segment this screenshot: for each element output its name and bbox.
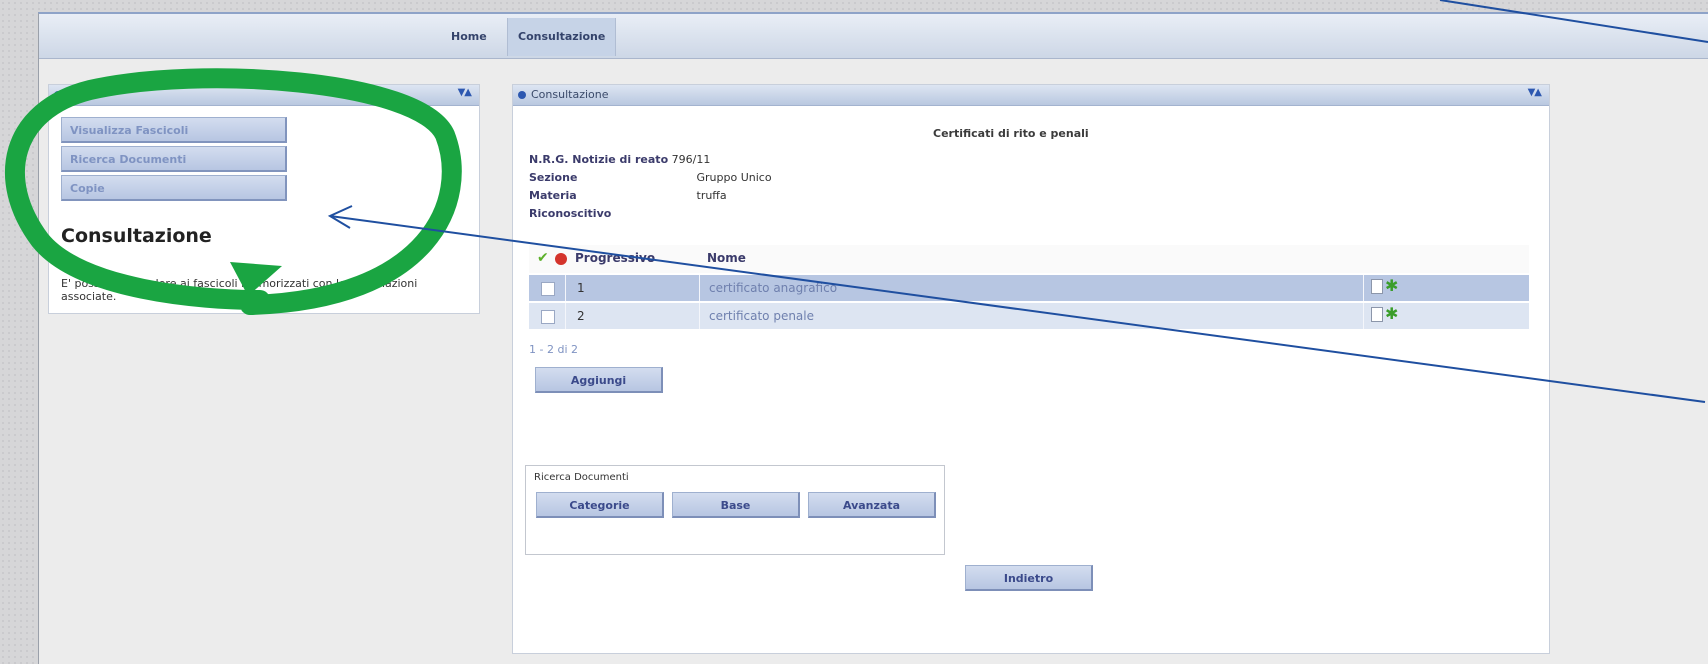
collapse-toggle-icon[interactable]: ▼▲ (458, 87, 472, 98)
add-icon[interactable]: ✱ (1385, 304, 1398, 323)
left-panel-header: ▼▲ (49, 85, 479, 106)
column-divider (1363, 303, 1364, 329)
main-panel-header: Consultazione ▼▲ (513, 85, 1549, 106)
field-materia: Materia truffa (529, 189, 727, 202)
field-sezione: Sezione Gruppo Unico (529, 171, 772, 184)
row-checkbox[interactable] (541, 310, 555, 324)
document-search-box: Ricerca Documenti Categorie Base Avanzat… (525, 465, 945, 555)
table-row[interactable]: 1 certificato anagrafico ✱ (529, 275, 1529, 301)
table-row[interactable]: 2 certificato penale ✱ (529, 303, 1529, 329)
bullet-icon (54, 91, 62, 99)
add-icon[interactable]: ✱ (1385, 276, 1398, 295)
menu-copie[interactable]: Copie (61, 175, 287, 201)
column-divider (565, 275, 566, 301)
column-divider (565, 303, 566, 329)
cell-progressivo: 1 (577, 281, 585, 295)
main-panel-title: Consultazione (531, 88, 609, 101)
add-button[interactable]: Aggiungi (535, 367, 663, 393)
search-categorie-button[interactable]: Categorie (536, 492, 664, 518)
field-label: N.R.G. Notizie di reato (529, 153, 669, 166)
field-label: Riconoscitivo (529, 207, 612, 220)
section-heading: Consultazione (61, 225, 212, 247)
select-all-check-icon[interactable]: ✔ (537, 250, 549, 266)
left-panel: ▼▲ Visualizza Fascicoli Ricerca Document… (48, 84, 480, 314)
search-base-button[interactable]: Base (672, 492, 800, 518)
nav-tab-home[interactable]: Home (441, 18, 497, 56)
field-value: Gruppo Unico (696, 171, 772, 184)
cell-nome[interactable]: certificato anagrafico (709, 281, 837, 295)
top-navigation: Home Consultazione (39, 14, 1708, 59)
field-value: 796/11 (671, 153, 711, 166)
col-header-nome: Nome (707, 251, 746, 265)
menu-ricerca-documenti[interactable]: Ricerca Documenti (61, 146, 287, 172)
field-riconoscitivo: Riconoscitivo (529, 207, 611, 220)
nav-tab-consultazione[interactable]: Consultazione (507, 18, 617, 56)
menu-visualizza-fascicoli[interactable]: Visualizza Fascicoli (61, 117, 287, 143)
document-icon[interactable] (1371, 279, 1383, 294)
main-panel: Consultazione ▼▲ Certificati di rito e p… (512, 84, 1550, 654)
section-description: E' possibile accedere ai fascicoli memor… (61, 277, 418, 303)
col-header-progressivo: Progressivo (575, 251, 656, 265)
field-nrg: N.R.G. Notizie di reato 796/11 (529, 153, 710, 166)
column-divider (699, 303, 700, 329)
search-box-label: Ricerca Documenti (534, 472, 629, 483)
table-header: ✔ Progressivo Nome (529, 245, 1529, 273)
deselect-all-icon[interactable] (555, 253, 567, 265)
column-divider (699, 275, 700, 301)
document-title: Certificati di rito e penali (933, 127, 1089, 140)
cell-nome[interactable]: certificato penale (709, 309, 814, 323)
search-avanzata-button[interactable]: Avanzata (808, 492, 936, 518)
document-icon[interactable] (1371, 307, 1383, 322)
collapse-toggle-icon[interactable]: ▼▲ (1528, 87, 1542, 98)
field-label: Sezione (529, 171, 578, 184)
pagination-info: 1 - 2 di 2 (529, 343, 578, 356)
cell-progressivo: 2 (577, 309, 585, 323)
row-checkbox[interactable] (541, 282, 555, 296)
field-label: Materia (529, 189, 577, 202)
column-divider (1363, 275, 1364, 301)
back-button[interactable]: Indietro (965, 565, 1093, 591)
bullet-icon (518, 91, 526, 99)
documents-table: ✔ Progressivo Nome 1 certificato anagraf… (529, 245, 1529, 329)
field-value: truffa (696, 189, 727, 202)
